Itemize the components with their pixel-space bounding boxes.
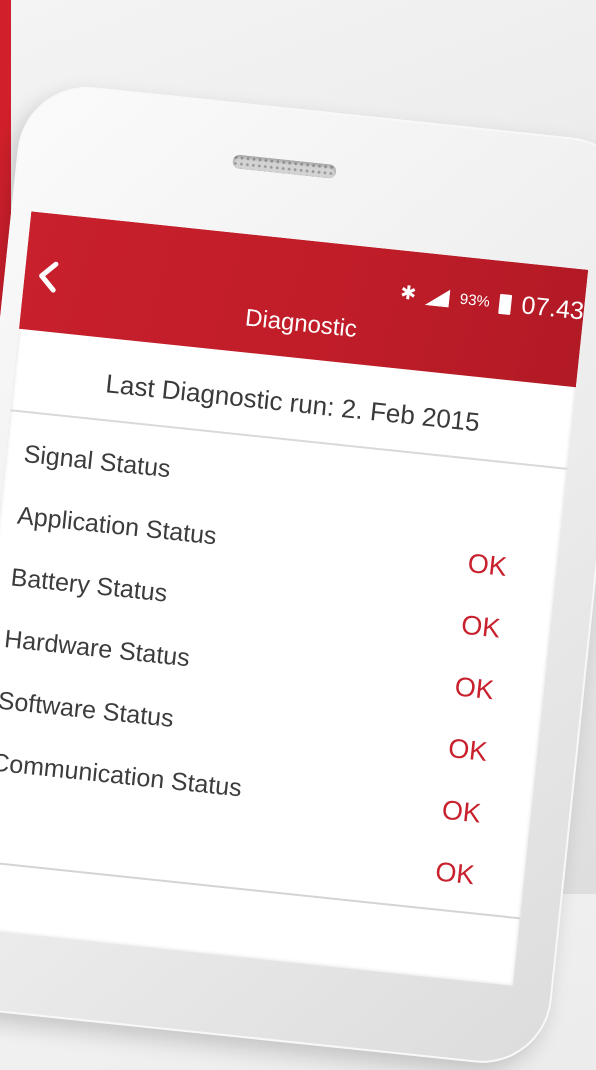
- status-label: Application Status: [16, 501, 218, 550]
- phone-frame: ✱ 93% 07.43 Diagnostic Last Diagnostic r…: [0, 80, 596, 1070]
- status-bar: ✱ 93% 07.43: [399, 278, 586, 326]
- status-value: OK: [440, 794, 483, 829]
- clock: 07.43: [520, 291, 586, 326]
- status-label: Signal Status: [22, 439, 172, 483]
- status-label: Battery Status: [9, 562, 169, 608]
- status-value: OK: [459, 609, 502, 644]
- status-value: OK: [446, 732, 489, 767]
- status-value: OK: [434, 855, 476, 890]
- bluetooth-icon: ✱: [399, 282, 418, 306]
- status-value: OK: [453, 670, 496, 705]
- phone-screen: ✱ 93% 07.43 Diagnostic Last Diagnostic r…: [0, 211, 589, 986]
- status-label: Software Status: [0, 686, 176, 733]
- status-list: Signal Status Application Status OK Batt…: [0, 411, 567, 920]
- status-label: Communication Status: [0, 747, 244, 802]
- status-value: OK: [466, 547, 509, 582]
- battery-percentage: 93%: [458, 290, 491, 311]
- battery-icon: [498, 293, 513, 315]
- status-label: Hardware Status: [3, 624, 192, 672]
- signal-icon: [425, 289, 451, 308]
- speaker-grille: [231, 154, 337, 179]
